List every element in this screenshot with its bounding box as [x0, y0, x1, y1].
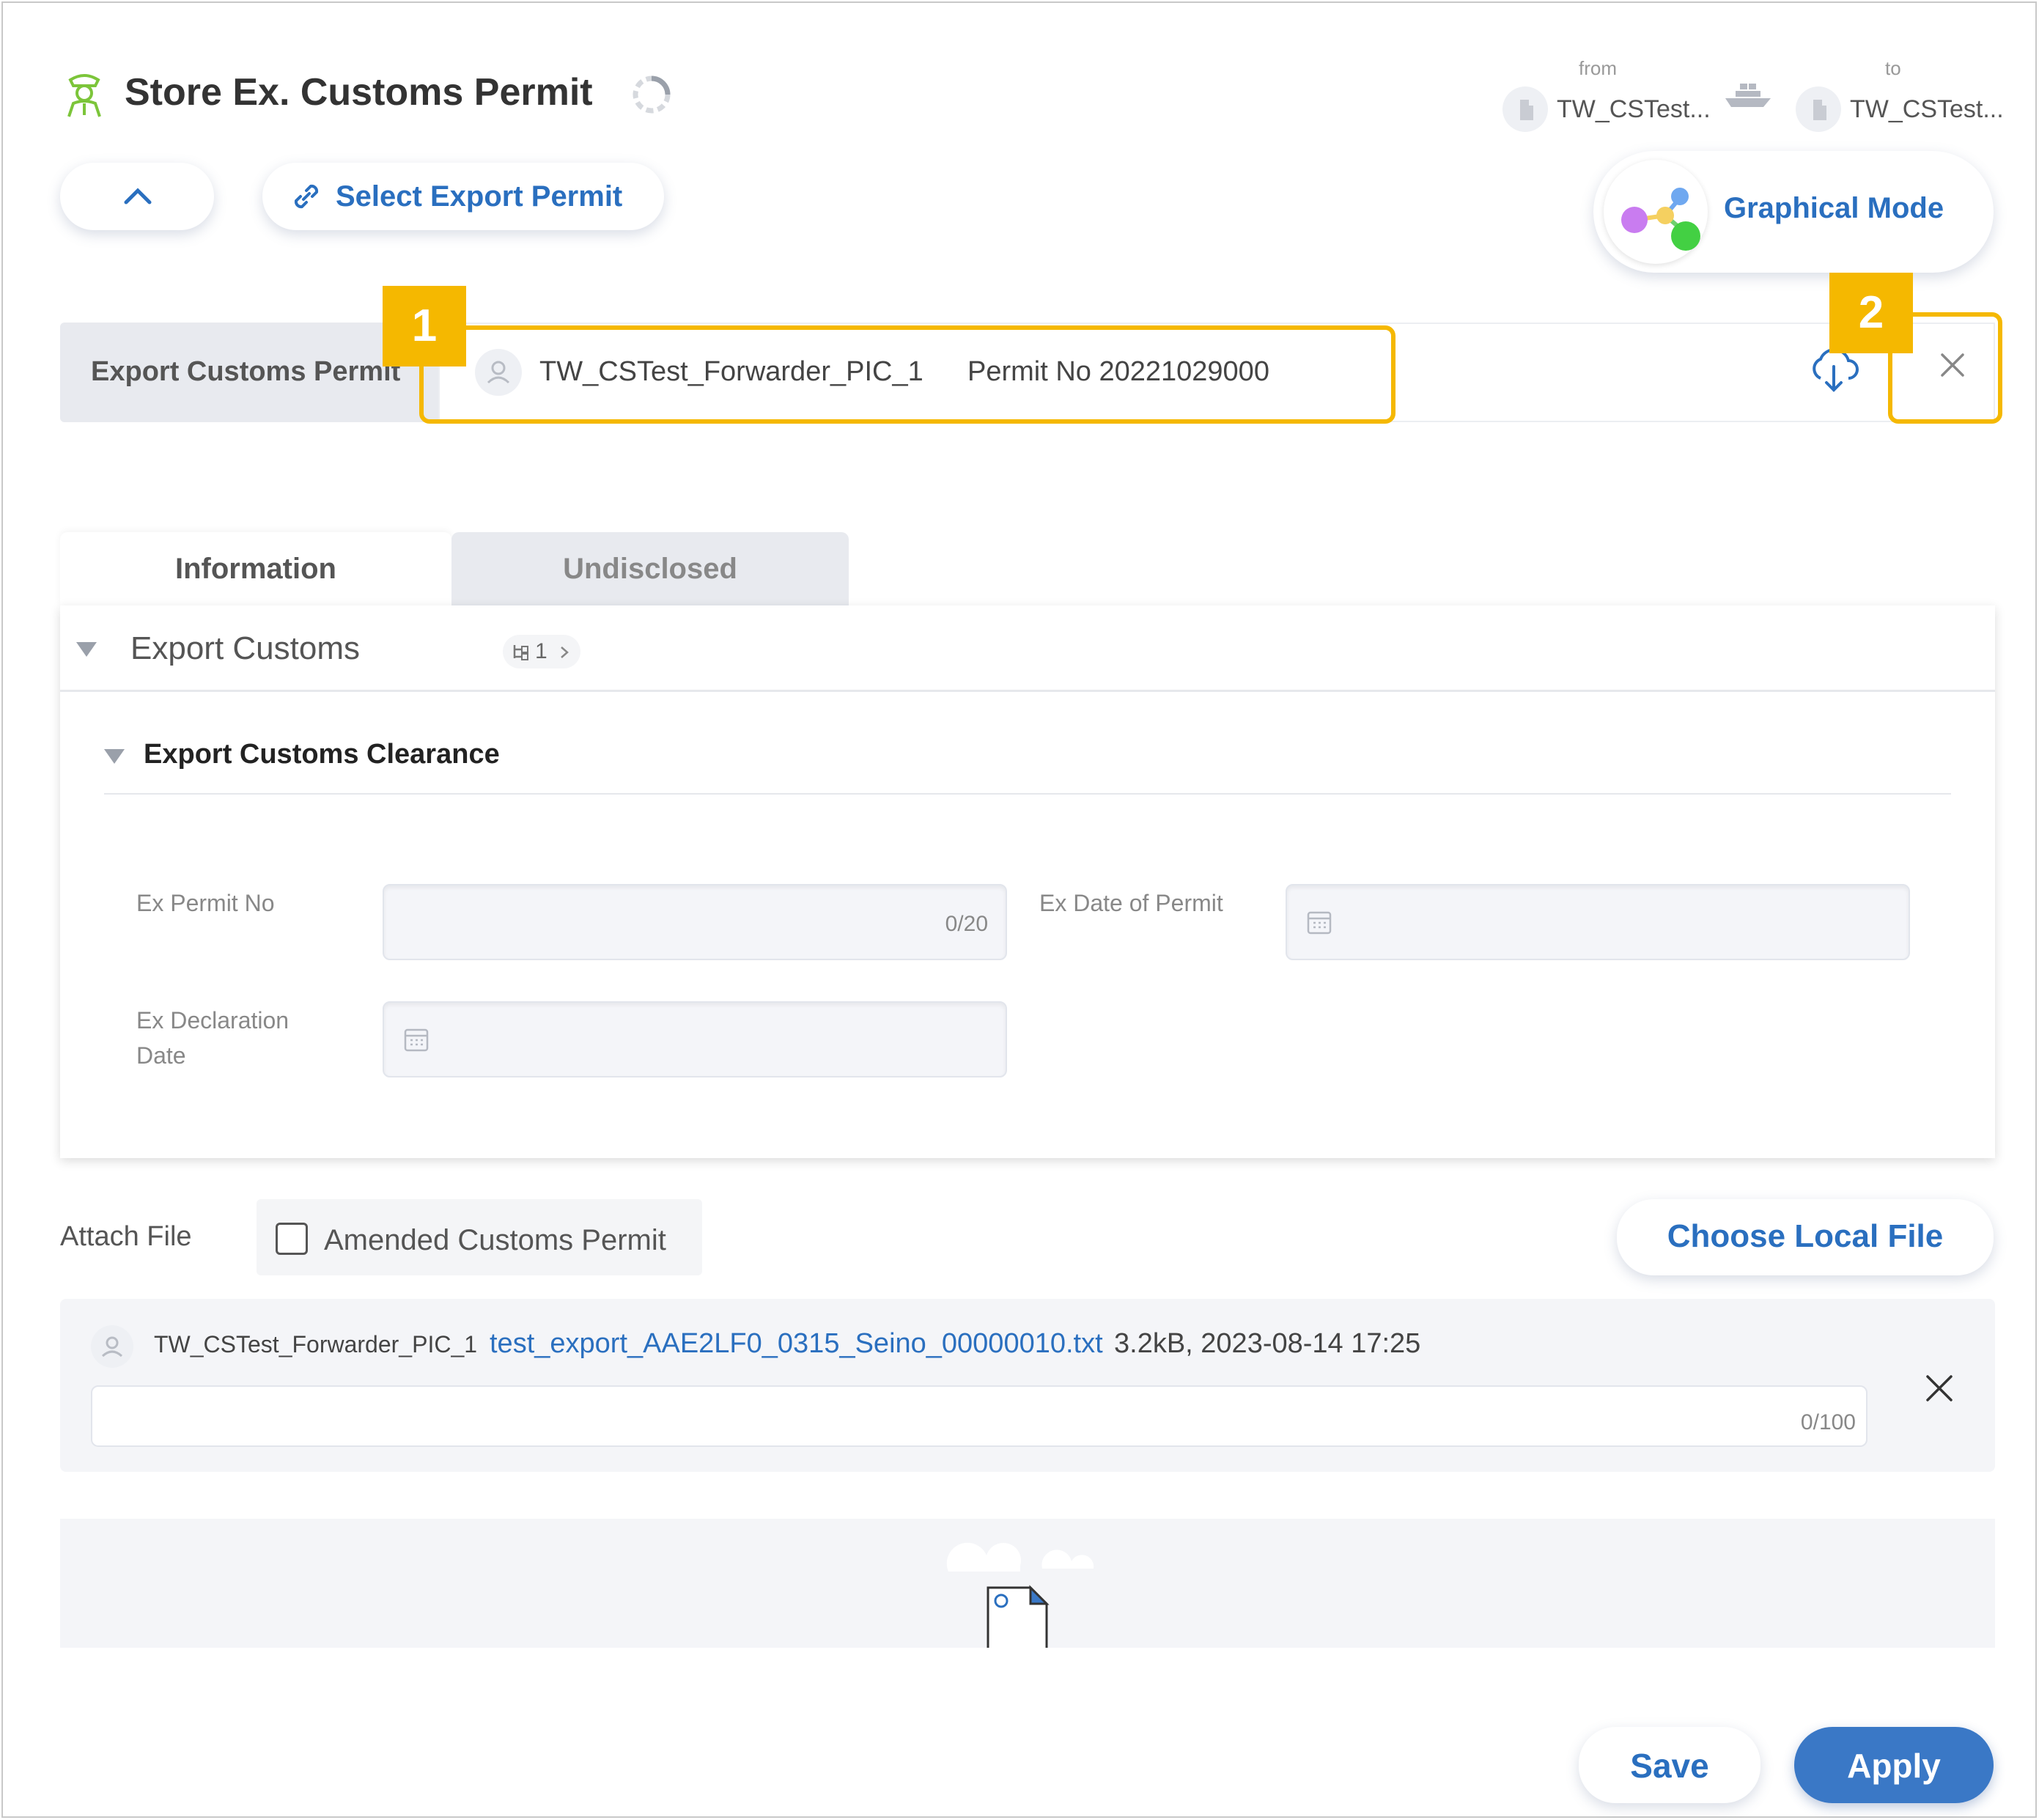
select-export-permit-button[interactable]: Select Export Permit [262, 163, 664, 230]
building-icon [1502, 86, 1548, 132]
callout-1-highlight [419, 325, 1395, 424]
graph-icon [1604, 160, 1708, 264]
calendar-icon [404, 1028, 429, 1052]
callout-2-badge: 2 [1829, 273, 1913, 353]
route-from-name: TW_CSTest... [1557, 95, 1711, 123]
page: Store Ex. Customs Permit from TW_CSTest.… [0, 0, 2039, 1820]
apply-button[interactable]: Apply [1794, 1727, 1994, 1803]
select-export-permit-label: Select Export Permit [336, 180, 623, 213]
export-customs-permit-label: Export Customs Permit [91, 356, 401, 387]
choose-local-file-label: Choose Local File [1667, 1218, 1944, 1254]
link-icon [294, 184, 319, 209]
collapse-triangle-icon[interactable] [76, 642, 97, 657]
tab-information[interactable]: Information [60, 532, 451, 605]
ex-declaration-date-label: Ex Declaration Date [136, 1003, 289, 1073]
tab-undisclosed[interactable]: Undisclosed [451, 532, 849, 605]
loading-spinner-icon [633, 75, 671, 114]
choose-local-file-button[interactable]: Choose Local File [1617, 1199, 1994, 1275]
file-memo-counter: 0/100 [1800, 1410, 1856, 1434]
tree-count-badge[interactable]: 1 [503, 635, 580, 668]
building-icon [1796, 86, 1841, 132]
ex-permit-no-label: Ex Permit No [136, 890, 275, 916]
subsection-title: Export Customs Clearance [144, 739, 500, 770]
customs-officer-icon [67, 74, 101, 117]
collapse-triangle-icon[interactable] [104, 749, 125, 764]
section-title: Export Customs [130, 630, 360, 666]
ex-declaration-date-label-line2: Date [136, 1042, 186, 1069]
calendar-icon [1307, 911, 1332, 935]
ex-date-of-permit-label: Ex Date of Permit [1039, 890, 1223, 916]
attached-file-meta: 3.2kB, 2023-08-14 17:25 [1114, 1328, 1421, 1359]
ex-date-of-permit-input[interactable] [1286, 884, 1910, 960]
file-drop-zone[interactable] [60, 1519, 1995, 1648]
save-label: Save [1630, 1747, 1709, 1785]
ship-icon [1725, 84, 1771, 107]
chevron-right-icon [561, 646, 569, 658]
page-title: Store Ex. Customs Permit [125, 71, 593, 114]
ex-declaration-date-input[interactable] [383, 1001, 1007, 1077]
ex-declaration-date-label-line1: Ex Declaration [136, 1007, 290, 1034]
ex-permit-no-input[interactable]: 0/20 [383, 884, 1007, 960]
divider [104, 793, 1951, 795]
route-to-name: TW_CSTest... [1850, 95, 2004, 123]
file-memo-input[interactable]: 0/100 [91, 1385, 1867, 1447]
file-uploader-name: TW_CSTest_Forwarder_PIC_1 [154, 1331, 478, 1357]
save-button[interactable]: Save [1579, 1727, 1760, 1803]
amended-customs-permit-checkbox[interactable] [276, 1223, 308, 1255]
collapse-button[interactable] [60, 163, 214, 230]
tree-count: 1 [535, 639, 547, 663]
attached-file-link[interactable]: test_export_AAE2LF0_0315_Seino_00000010.… [490, 1328, 1103, 1360]
route-to-label: to [1885, 57, 1901, 79]
graphical-mode-label: Graphical Mode [1724, 192, 1944, 224]
avatar [91, 1325, 133, 1368]
tree-icon [513, 645, 528, 660]
remove-file-close-icon[interactable] [1923, 1372, 1955, 1404]
route-from-label: from [1579, 57, 1617, 79]
chevron-up-icon [124, 188, 152, 205]
user-icon [101, 1336, 123, 1357]
attach-file-label: Attach File [60, 1221, 192, 1252]
ex-permit-no-counter: 0/20 [945, 912, 988, 936]
callout-1-badge: 1 [383, 286, 466, 366]
graphical-mode-button[interactable]: Graphical Mode [1593, 151, 1994, 273]
apply-label: Apply [1847, 1747, 1941, 1785]
amended-customs-permit-label: Amended Customs Permit [324, 1224, 666, 1256]
document-cloud-illustration-icon [946, 1542, 1094, 1648]
